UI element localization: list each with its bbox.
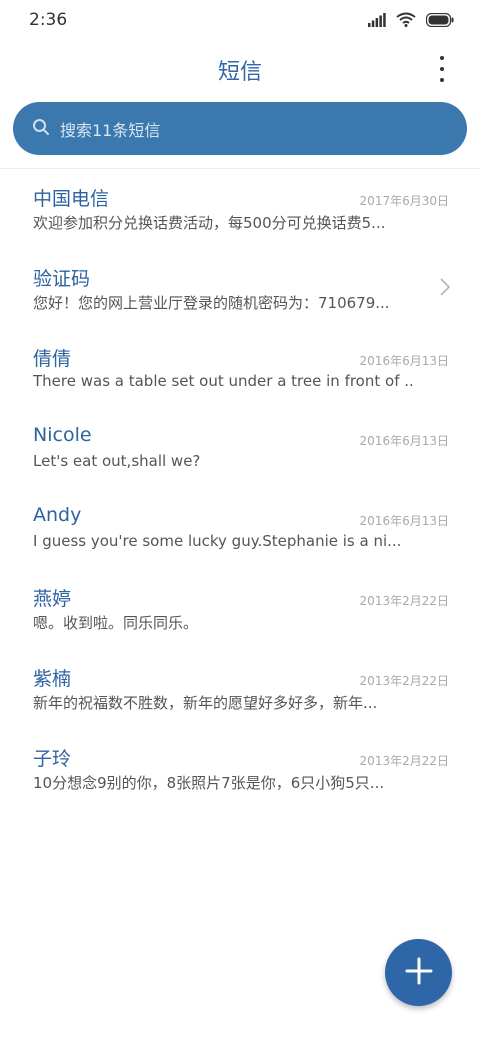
conversation-item[interactable]: 子玲 2013年2月22日 10分想念9别的你，8张照片7张是你，6只小狗5只.… [0,730,480,810]
new-message-button[interactable] [385,939,452,1006]
message-preview: There was a table set out under a tree i… [33,372,413,390]
contact-name: 中国电信 [33,188,110,210]
plus-icon [405,957,433,989]
signal-icon [368,12,386,31]
message-date: 2013年2月22日 [359,674,449,688]
message-preview: I guess you're some lucky guy.Stephanie … [33,532,402,550]
contact-name: 验证码 [33,268,91,290]
wifi-icon [396,12,416,31]
contact-name: 燕婷 [33,588,72,610]
message-preview: 欢迎参加积分兑换话费活动，每500分可兑换话费5... [33,214,386,232]
conversation-item[interactable]: 验证码 您好！您的网上营业厅登录的随机密码为：710679... [0,250,480,330]
status-time: 2:36 [29,10,68,30]
page-title: 短信 [217,60,262,85]
message-date: 2016年6月13日 [359,514,449,528]
conversation-item[interactable]: Nicole 2016年6月13日 Let's eat out,shall we… [0,410,480,490]
status-icons [368,12,454,31]
battery-icon [425,12,454,31]
contact-name: 紫楠 [33,668,72,690]
chevron-right-icon [440,278,451,300]
conversation-item[interactable]: Andy 2016年6月13日 I guess you're some luck… [0,490,480,570]
contact-name: Andy [33,504,82,526]
search-bar[interactable]: 搜索11条短信 [13,102,467,155]
conversation-list: 中国电信 2017年6月30日 欢迎参加积分兑换话费活动，每500分可兑换话费5… [0,170,480,810]
conversation-item[interactable]: 燕婷 2013年2月22日 嗯。收到啦。同乐同乐。 [0,570,480,650]
message-preview: 嗯。收到啦。同乐同乐。 [33,614,199,632]
more-vertical-icon[interactable] [432,54,452,84]
message-date: 2017年6月30日 [359,194,449,208]
conversation-item[interactable]: 紫楠 2013年2月22日 新年的祝福数不胜数，新年的愿望好多好多，新年... [0,650,480,730]
message-date: 2013年2月22日 [359,594,449,608]
message-preview: 10分想念9别的你，8张照片7张是你，6只小狗5只... [33,774,385,792]
message-date: 2016年6月13日 [359,354,449,368]
message-preview: 新年的祝福数不胜数，新年的愿望好多好多，新年... [33,694,378,712]
conversation-item[interactable]: 倩倩 2016年6月13日 There was a table set out … [0,330,480,410]
status-bar: 2:36 [0,0,480,44]
conversation-item[interactable]: 中国电信 2017年6月30日 欢迎参加积分兑换话费活动，每500分可兑换话费5… [0,170,480,250]
contact-name: Nicole [33,424,92,446]
contact-name: 倩倩 [33,348,72,370]
message-date: 2013年2月22日 [359,754,449,768]
title-bar: 短信 [0,44,480,94]
message-preview: 您好！您的网上营业厅登录的随机密码为：710679... [33,294,390,312]
divider [0,168,480,169]
message-date: 2016年6月13日 [359,434,449,448]
search-input[interactable]: 搜索11条短信 [60,117,160,141]
message-preview: Let's eat out,shall we? [33,452,201,470]
search-icon [32,118,50,140]
contact-name: 子玲 [33,748,72,770]
